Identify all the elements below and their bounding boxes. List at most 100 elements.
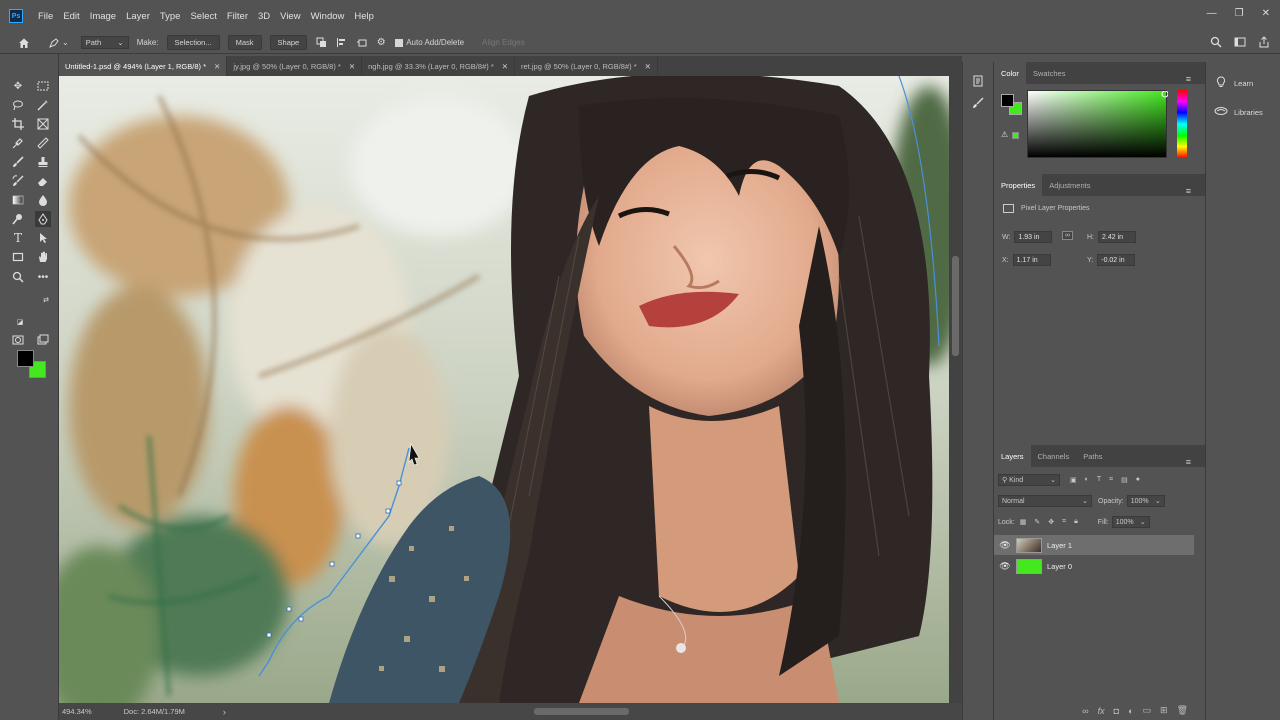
chevron-down-icon[interactable]: ⌄ bbox=[62, 38, 69, 47]
filter-toggle-icon[interactable]: ● bbox=[1136, 476, 1140, 484]
color-picker-field[interactable] bbox=[1027, 90, 1168, 158]
hue-slider[interactable] bbox=[1177, 90, 1187, 158]
filter-smart-object-icon[interactable]: ▤ bbox=[1121, 476, 1128, 484]
close-icon[interactable]: ✕ bbox=[645, 62, 651, 71]
rectangle-tool-icon[interactable] bbox=[10, 249, 26, 265]
horizontal-scrollbar-thumb[interactable] bbox=[534, 708, 629, 715]
make-selection-button[interactable]: Selection... bbox=[166, 35, 220, 50]
tab-untitled-1[interactable]: Untitled-1.psd @ 494% (Layer 1, RGB/8) *… bbox=[59, 56, 228, 76]
libraries-panel-button[interactable]: Libraries bbox=[1214, 106, 1263, 119]
close-icon[interactable]: ✕ bbox=[214, 62, 220, 71]
status-menu-chevron-icon[interactable]: › bbox=[223, 707, 226, 717]
menu-filter[interactable]: Filter bbox=[222, 11, 253, 22]
lock-artboard-icon[interactable]: ⌗ bbox=[1062, 518, 1066, 526]
filter-adjustment-icon[interactable]: ◐ bbox=[1085, 476, 1089, 484]
vertical-scrollbar[interactable] bbox=[949, 76, 962, 703]
path-alignment-icon[interactable] bbox=[335, 37, 347, 49]
pen-tool-icon[interactable] bbox=[35, 211, 51, 227]
menu-type[interactable]: Type bbox=[155, 11, 186, 22]
menu-file[interactable]: File bbox=[33, 11, 58, 22]
gradient-tool-icon[interactable] bbox=[10, 192, 26, 208]
panel-menu-icon[interactable]: ≡ bbox=[1179, 180, 1198, 202]
brush-settings-icon[interactable] bbox=[970, 95, 986, 111]
new-layer-icon[interactable]: ⊞ bbox=[1160, 705, 1168, 716]
menu-3d[interactable]: 3D bbox=[253, 11, 275, 22]
learn-panel-button[interactable]: Learn bbox=[1214, 76, 1253, 91]
eraser-tool-icon[interactable] bbox=[35, 173, 51, 189]
web-safe-color-swatch[interactable] bbox=[1012, 132, 1019, 139]
foreground-color-swatch[interactable] bbox=[17, 350, 34, 367]
opacity-field[interactable]: 100% ⌄ bbox=[1126, 495, 1165, 507]
quick-mask-icon[interactable] bbox=[10, 332, 26, 348]
frame-tool-icon[interactable] bbox=[35, 116, 51, 132]
type-tool-icon[interactable]: T bbox=[10, 230, 26, 246]
swap-colors-icon[interactable]: ⇄ bbox=[38, 292, 54, 308]
crop-tool-icon[interactable] bbox=[10, 116, 26, 132]
lasso-tool-icon[interactable] bbox=[10, 97, 26, 113]
tab-color[interactable]: Color bbox=[994, 62, 1026, 84]
fill-field[interactable]: 100% ⌄ bbox=[1111, 516, 1150, 528]
gear-icon[interactable]: ⚙ bbox=[375, 37, 387, 49]
lock-transparent-icon[interactable]: ▦ bbox=[1020, 518, 1027, 526]
restore-button[interactable]: ❐ bbox=[1235, 8, 1244, 19]
screen-mode-icon[interactable] bbox=[35, 332, 51, 348]
link-layers-icon[interactable]: ∞ bbox=[1082, 706, 1088, 716]
menu-image[interactable]: Image bbox=[85, 11, 121, 22]
add-mask-icon[interactable]: ◘ bbox=[1114, 706, 1119, 716]
tab-layers[interactable]: Layers bbox=[994, 445, 1031, 467]
new-group-icon[interactable]: ▭ bbox=[1143, 705, 1152, 716]
filter-pixel-icon[interactable]: ▣ bbox=[1070, 476, 1077, 484]
scrollbar-thumb[interactable] bbox=[952, 256, 959, 356]
pen-tool-preset-icon[interactable] bbox=[48, 37, 60, 49]
menu-help[interactable]: Help bbox=[349, 11, 379, 22]
gamut-warning-icon[interactable]: ⚠ bbox=[1001, 130, 1008, 139]
tab-ngh[interactable]: ngh.jpg @ 33.3% (Layer 0, RGB/8#) * ✕ bbox=[362, 56, 516, 76]
menu-select[interactable]: Select bbox=[185, 11, 221, 22]
path-operations-icon[interactable] bbox=[315, 37, 327, 49]
blend-mode-dropdown[interactable]: Normal ⌄ bbox=[998, 495, 1092, 507]
ruler-tool-icon[interactable] bbox=[35, 135, 51, 151]
width-field[interactable]: 1.93 in bbox=[1014, 231, 1053, 243]
close-icon[interactable]: ✕ bbox=[502, 62, 508, 71]
path-arrangement-icon[interactable] bbox=[355, 37, 367, 49]
filter-shape-icon[interactable]: ⌗ bbox=[1109, 476, 1113, 484]
workspace-icon[interactable] bbox=[1234, 36, 1246, 51]
minimize-button[interactable]: — bbox=[1207, 8, 1217, 19]
color-panel-foreground[interactable] bbox=[1001, 94, 1014, 107]
magic-wand-tool-icon[interactable] bbox=[35, 97, 51, 113]
document-canvas[interactable] bbox=[59, 76, 949, 703]
hand-tool-icon[interactable] bbox=[35, 249, 51, 265]
auto-add-delete-checkbox[interactable]: Auto Add/Delete bbox=[395, 38, 464, 47]
history-panel-icon[interactable] bbox=[970, 73, 986, 89]
filter-type-icon[interactable]: T bbox=[1097, 476, 1101, 484]
align-edges-checkbox[interactable]: Align Edges bbox=[482, 38, 525, 47]
marquee-tool-icon[interactable] bbox=[35, 78, 51, 94]
share-icon[interactable] bbox=[1258, 36, 1270, 51]
more-tools-icon[interactable]: ••• bbox=[35, 269, 51, 285]
tab-paths[interactable]: Paths bbox=[1076, 445, 1109, 467]
default-colors-icon[interactable]: ◪ bbox=[12, 314, 28, 330]
search-icon[interactable] bbox=[1210, 36, 1222, 51]
y-field[interactable]: -0.02 in bbox=[1097, 254, 1136, 266]
zoom-level[interactable]: 494.34% bbox=[62, 707, 92, 716]
move-tool-icon[interactable]: ✥ bbox=[10, 78, 26, 94]
filter-kind-dropdown[interactable]: ⚲ Kind ⌄ bbox=[998, 474, 1060, 486]
clone-stamp-tool-icon[interactable] bbox=[35, 154, 51, 170]
panel-menu-icon[interactable]: ≡ bbox=[1179, 68, 1198, 90]
tab-adjustments[interactable]: Adjustments bbox=[1042, 174, 1097, 196]
lock-position-icon[interactable]: ✥ bbox=[1048, 518, 1054, 526]
lock-all-icon[interactable]: 🔒︎ bbox=[1074, 518, 1078, 526]
lock-image-icon[interactable]: ✎ bbox=[1034, 518, 1040, 526]
dodge-tool-icon[interactable] bbox=[10, 211, 26, 227]
layer-style-icon[interactable]: fx bbox=[1098, 706, 1105, 716]
tab-properties[interactable]: Properties bbox=[994, 174, 1043, 196]
menu-window[interactable]: Window bbox=[306, 11, 350, 22]
blur-tool-icon[interactable] bbox=[35, 192, 51, 208]
brush-tool-icon[interactable] bbox=[10, 154, 26, 170]
menu-edit[interactable]: Edit bbox=[58, 11, 84, 22]
height-field[interactable]: 2.42 in bbox=[1098, 231, 1136, 243]
panel-menu-icon[interactable]: ≡ bbox=[1179, 451, 1198, 473]
link-dimensions-icon[interactable]: ∞ bbox=[1062, 231, 1073, 240]
tab-swatches[interactable]: Swatches bbox=[1026, 62, 1073, 84]
make-mask-button[interactable]: Mask bbox=[227, 35, 262, 50]
